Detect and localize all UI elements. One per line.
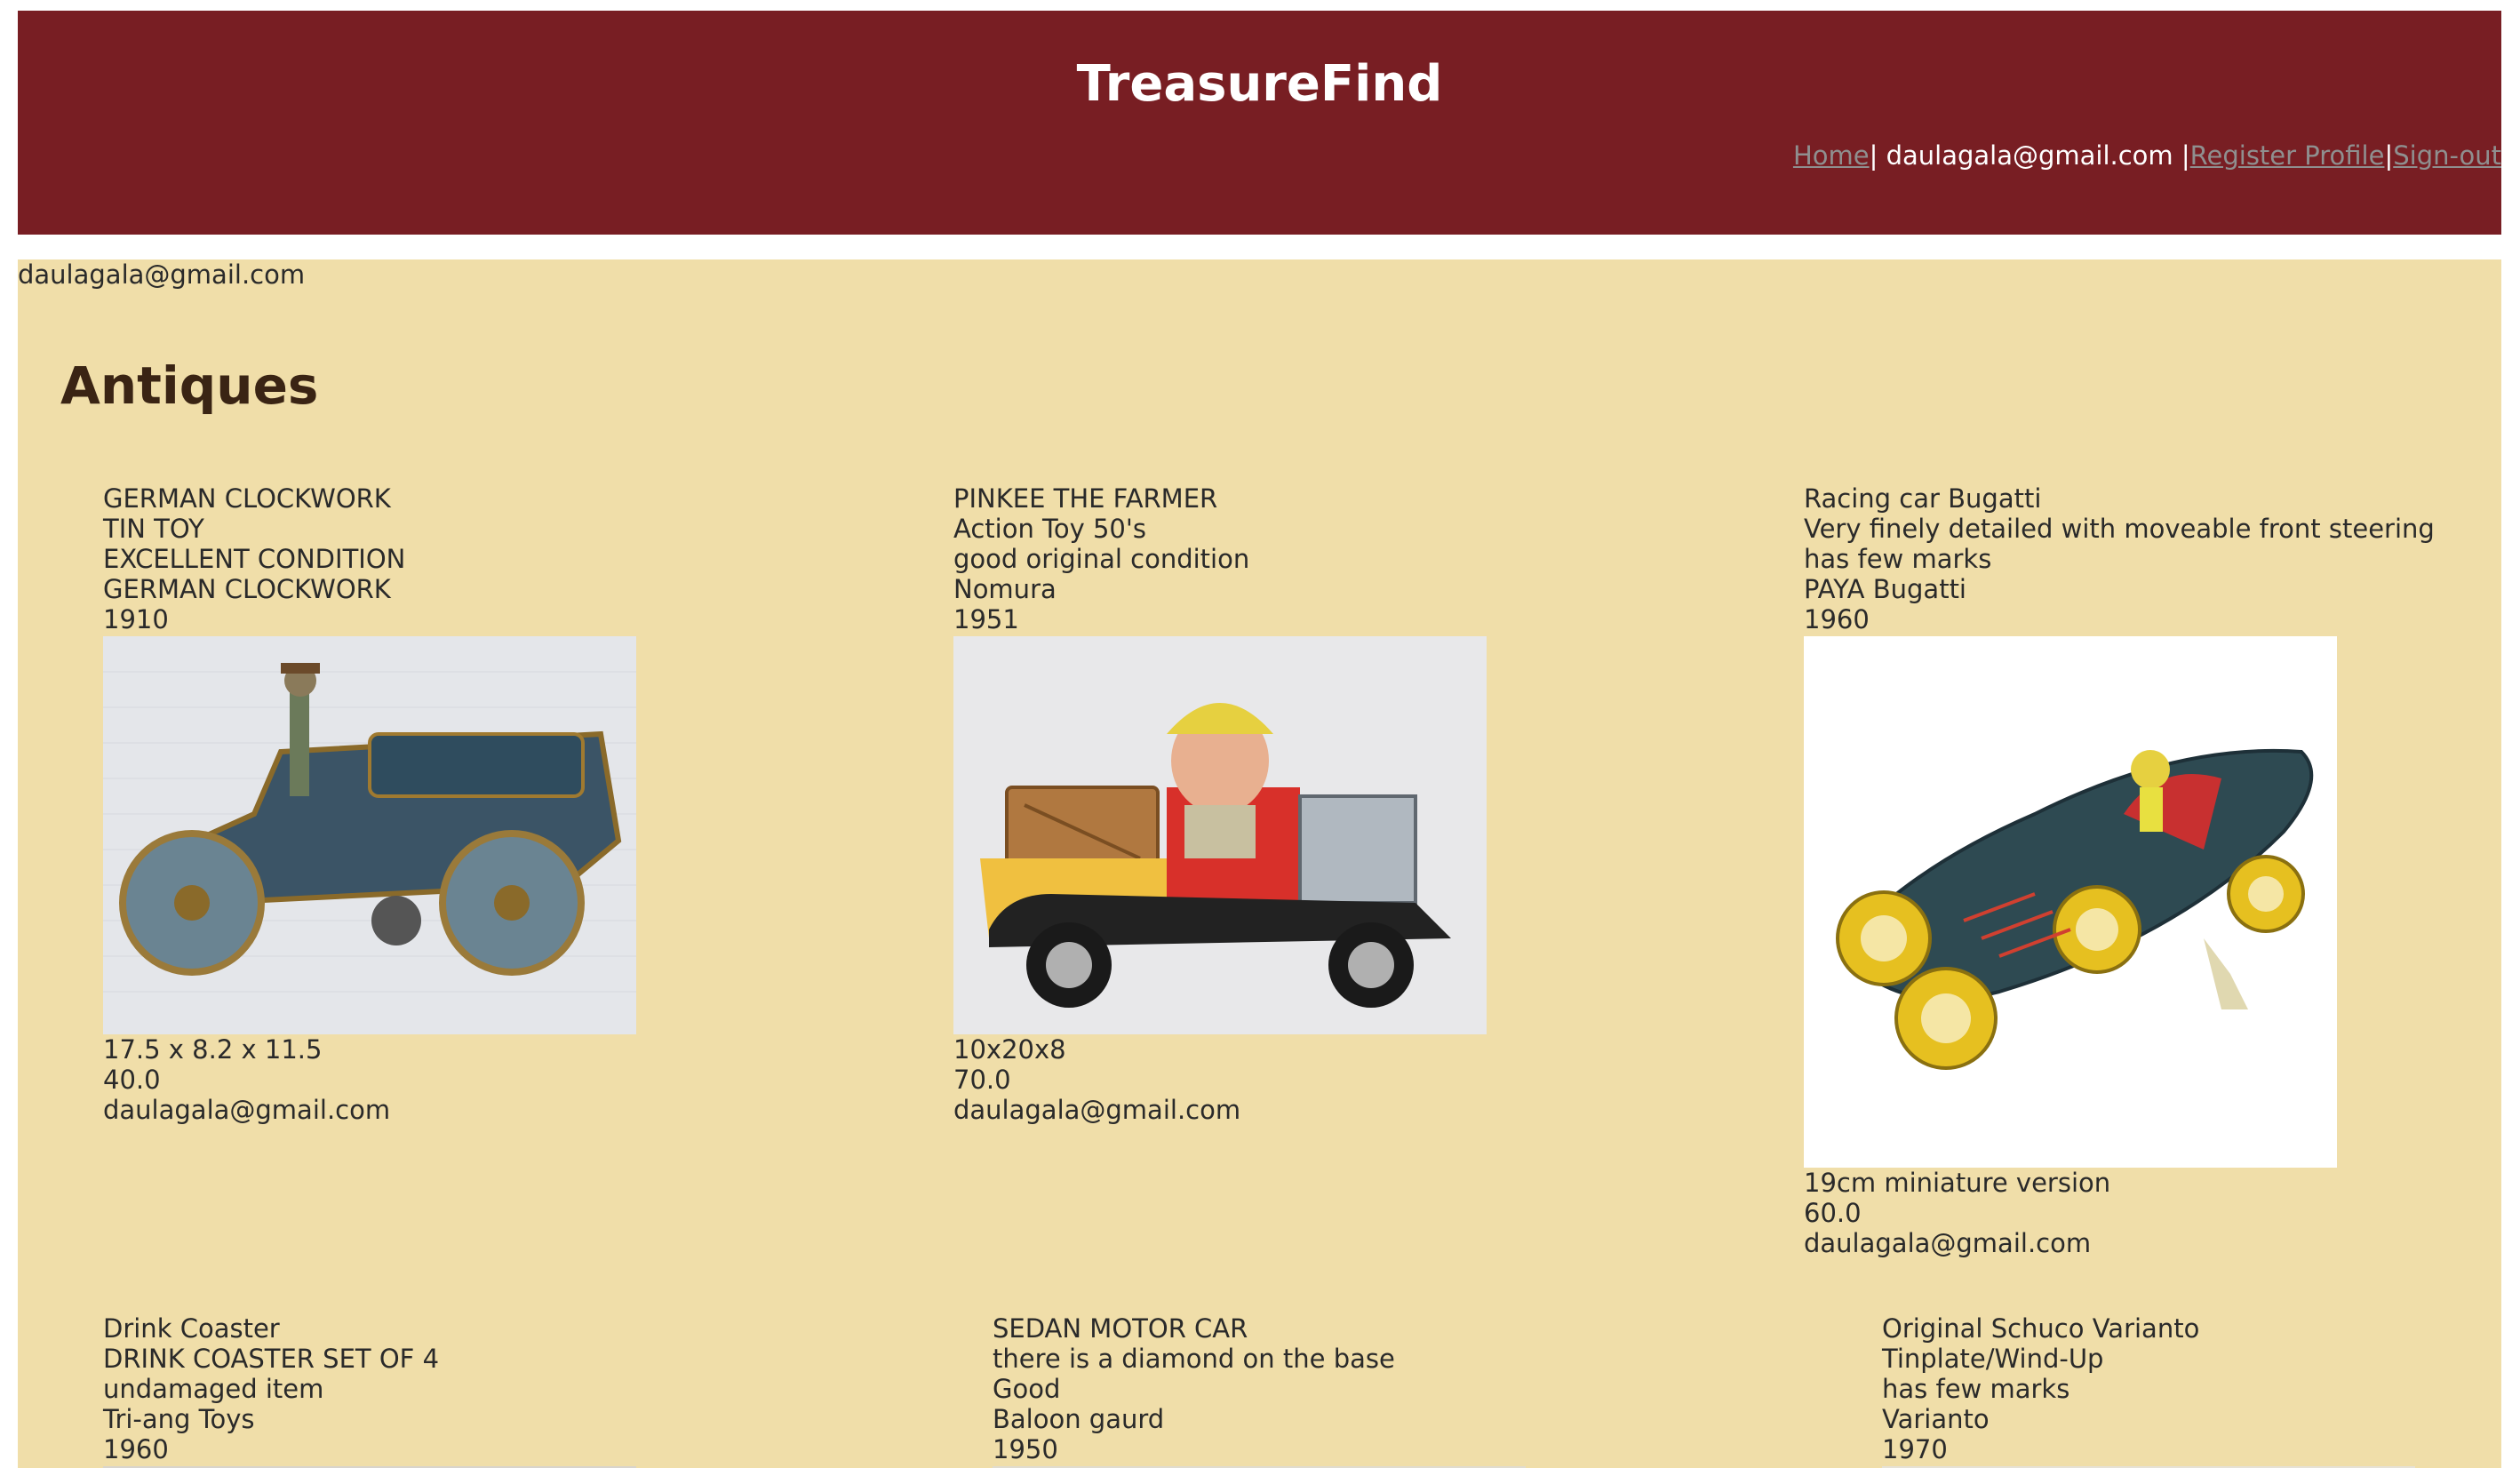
item-maker: Varianto	[1882, 1404, 1990, 1434]
item-seller: daulagala@gmail.com	[953, 1095, 1241, 1125]
nav-home-link[interactable]: Home	[1793, 140, 1870, 171]
item-price: 60.0	[1804, 1198, 1862, 1228]
listing-item[interactable]: PINKEE THE FARMER Action Toy 50's good o…	[953, 483, 1487, 1125]
site-title: TreasureFind	[1076, 55, 1443, 113]
nav-register-profile-link[interactable]: Register Profile	[2190, 140, 2385, 171]
item-name: SEDAN MOTOR CAR	[993, 1313, 1248, 1344]
item-year: 1910	[103, 604, 169, 634]
item-year: 1950	[993, 1434, 1058, 1464]
item-type: TIN TOY	[103, 514, 204, 544]
item-type: DRINK COASTER SET OF 4	[103, 1344, 440, 1374]
item-price: 40.0	[103, 1065, 161, 1095]
listing-item[interactable]: Racing car Bugatti Very finely detailed …	[1804, 483, 2435, 1258]
site-header: TreasureFind Home| daulagala@gmail.com |…	[18, 11, 2501, 235]
item-year: 1970	[1882, 1434, 1948, 1464]
listing-item[interactable]: Drink Coaster DRINK COASTER SET OF 4 und…	[103, 1313, 636, 1468]
item-name: Drink Coaster	[103, 1313, 280, 1344]
item-size: 17.5 x 8.2 x 11.5	[103, 1034, 323, 1065]
item-year: 1960	[1804, 604, 1870, 634]
item-name: PINKEE THE FARMER	[953, 483, 1218, 514]
item-year: 1951	[953, 604, 1019, 634]
listing-item[interactable]: SEDAN MOTOR CAR there is a diamond on th…	[993, 1313, 1526, 1468]
nav-sign-out-link[interactable]: Sign-out	[2393, 140, 2501, 171]
item-type: Tinplate/Wind-Up	[1882, 1344, 2104, 1374]
item-condition: has few marks	[1804, 544, 1992, 574]
listing-item[interactable]: Original Schuco Varianto Tinplate/Wind-U…	[1882, 1313, 2415, 1468]
nav-separator: |	[2384, 140, 2394, 171]
item-size: 10x20x8	[953, 1034, 1066, 1065]
nav-separator: |	[2173, 140, 2190, 171]
item-price: 70.0	[953, 1065, 1011, 1095]
main-content: daulagala@gmail.com Antiques GERMAN CLOC…	[18, 259, 2501, 1468]
nav-separator: |	[1869, 140, 1886, 171]
nav-user-email: daulagala@gmail.com	[1886, 140, 2173, 171]
item-maker: GERMAN CLOCKWORK	[103, 574, 391, 604]
listing-item[interactable]: GERMAN CLOCKWORK TIN TOY EXCELLENT CONDI…	[103, 483, 636, 1125]
item-type: Very finely detailed with moveable front…	[1804, 514, 2435, 544]
item-name: Racing car Bugatti	[1804, 483, 2042, 514]
item-condition: undamaged item	[103, 1374, 324, 1404]
item-photo[interactable]	[1804, 636, 2337, 1168]
current-user-email: daulagala@gmail.com	[18, 259, 306, 290]
item-maker: Nomura	[953, 574, 1057, 604]
item-name: GERMAN CLOCKWORK	[103, 483, 391, 514]
item-name: Original Schuco Varianto	[1882, 1313, 2200, 1344]
item-seller: daulagala@gmail.com	[103, 1095, 391, 1125]
item-maker: Baloon gaurd	[993, 1404, 1165, 1434]
top-nav: Home| daulagala@gmail.com |Register Prof…	[1793, 140, 2501, 171]
item-photo[interactable]	[103, 636, 636, 1034]
item-type: there is a diamond on the base	[993, 1344, 1395, 1374]
section-title: Antiques	[60, 355, 319, 416]
item-condition: Good	[993, 1374, 1061, 1404]
item-size: 19cm miniature version	[1804, 1168, 2111, 1198]
item-condition: EXCELLENT CONDITION	[103, 544, 406, 574]
item-seller: daulagala@gmail.com	[1804, 1228, 2092, 1258]
item-photo[interactable]	[953, 636, 1487, 1034]
item-maker: Tri-ang Toys	[103, 1404, 255, 1434]
item-condition: has few marks	[1882, 1374, 2070, 1404]
item-year: 1960	[103, 1434, 169, 1464]
item-type: Action Toy 50's	[953, 514, 1146, 544]
item-maker: PAYA Bugatti	[1804, 574, 1966, 604]
item-condition: good original condition	[953, 544, 1250, 574]
